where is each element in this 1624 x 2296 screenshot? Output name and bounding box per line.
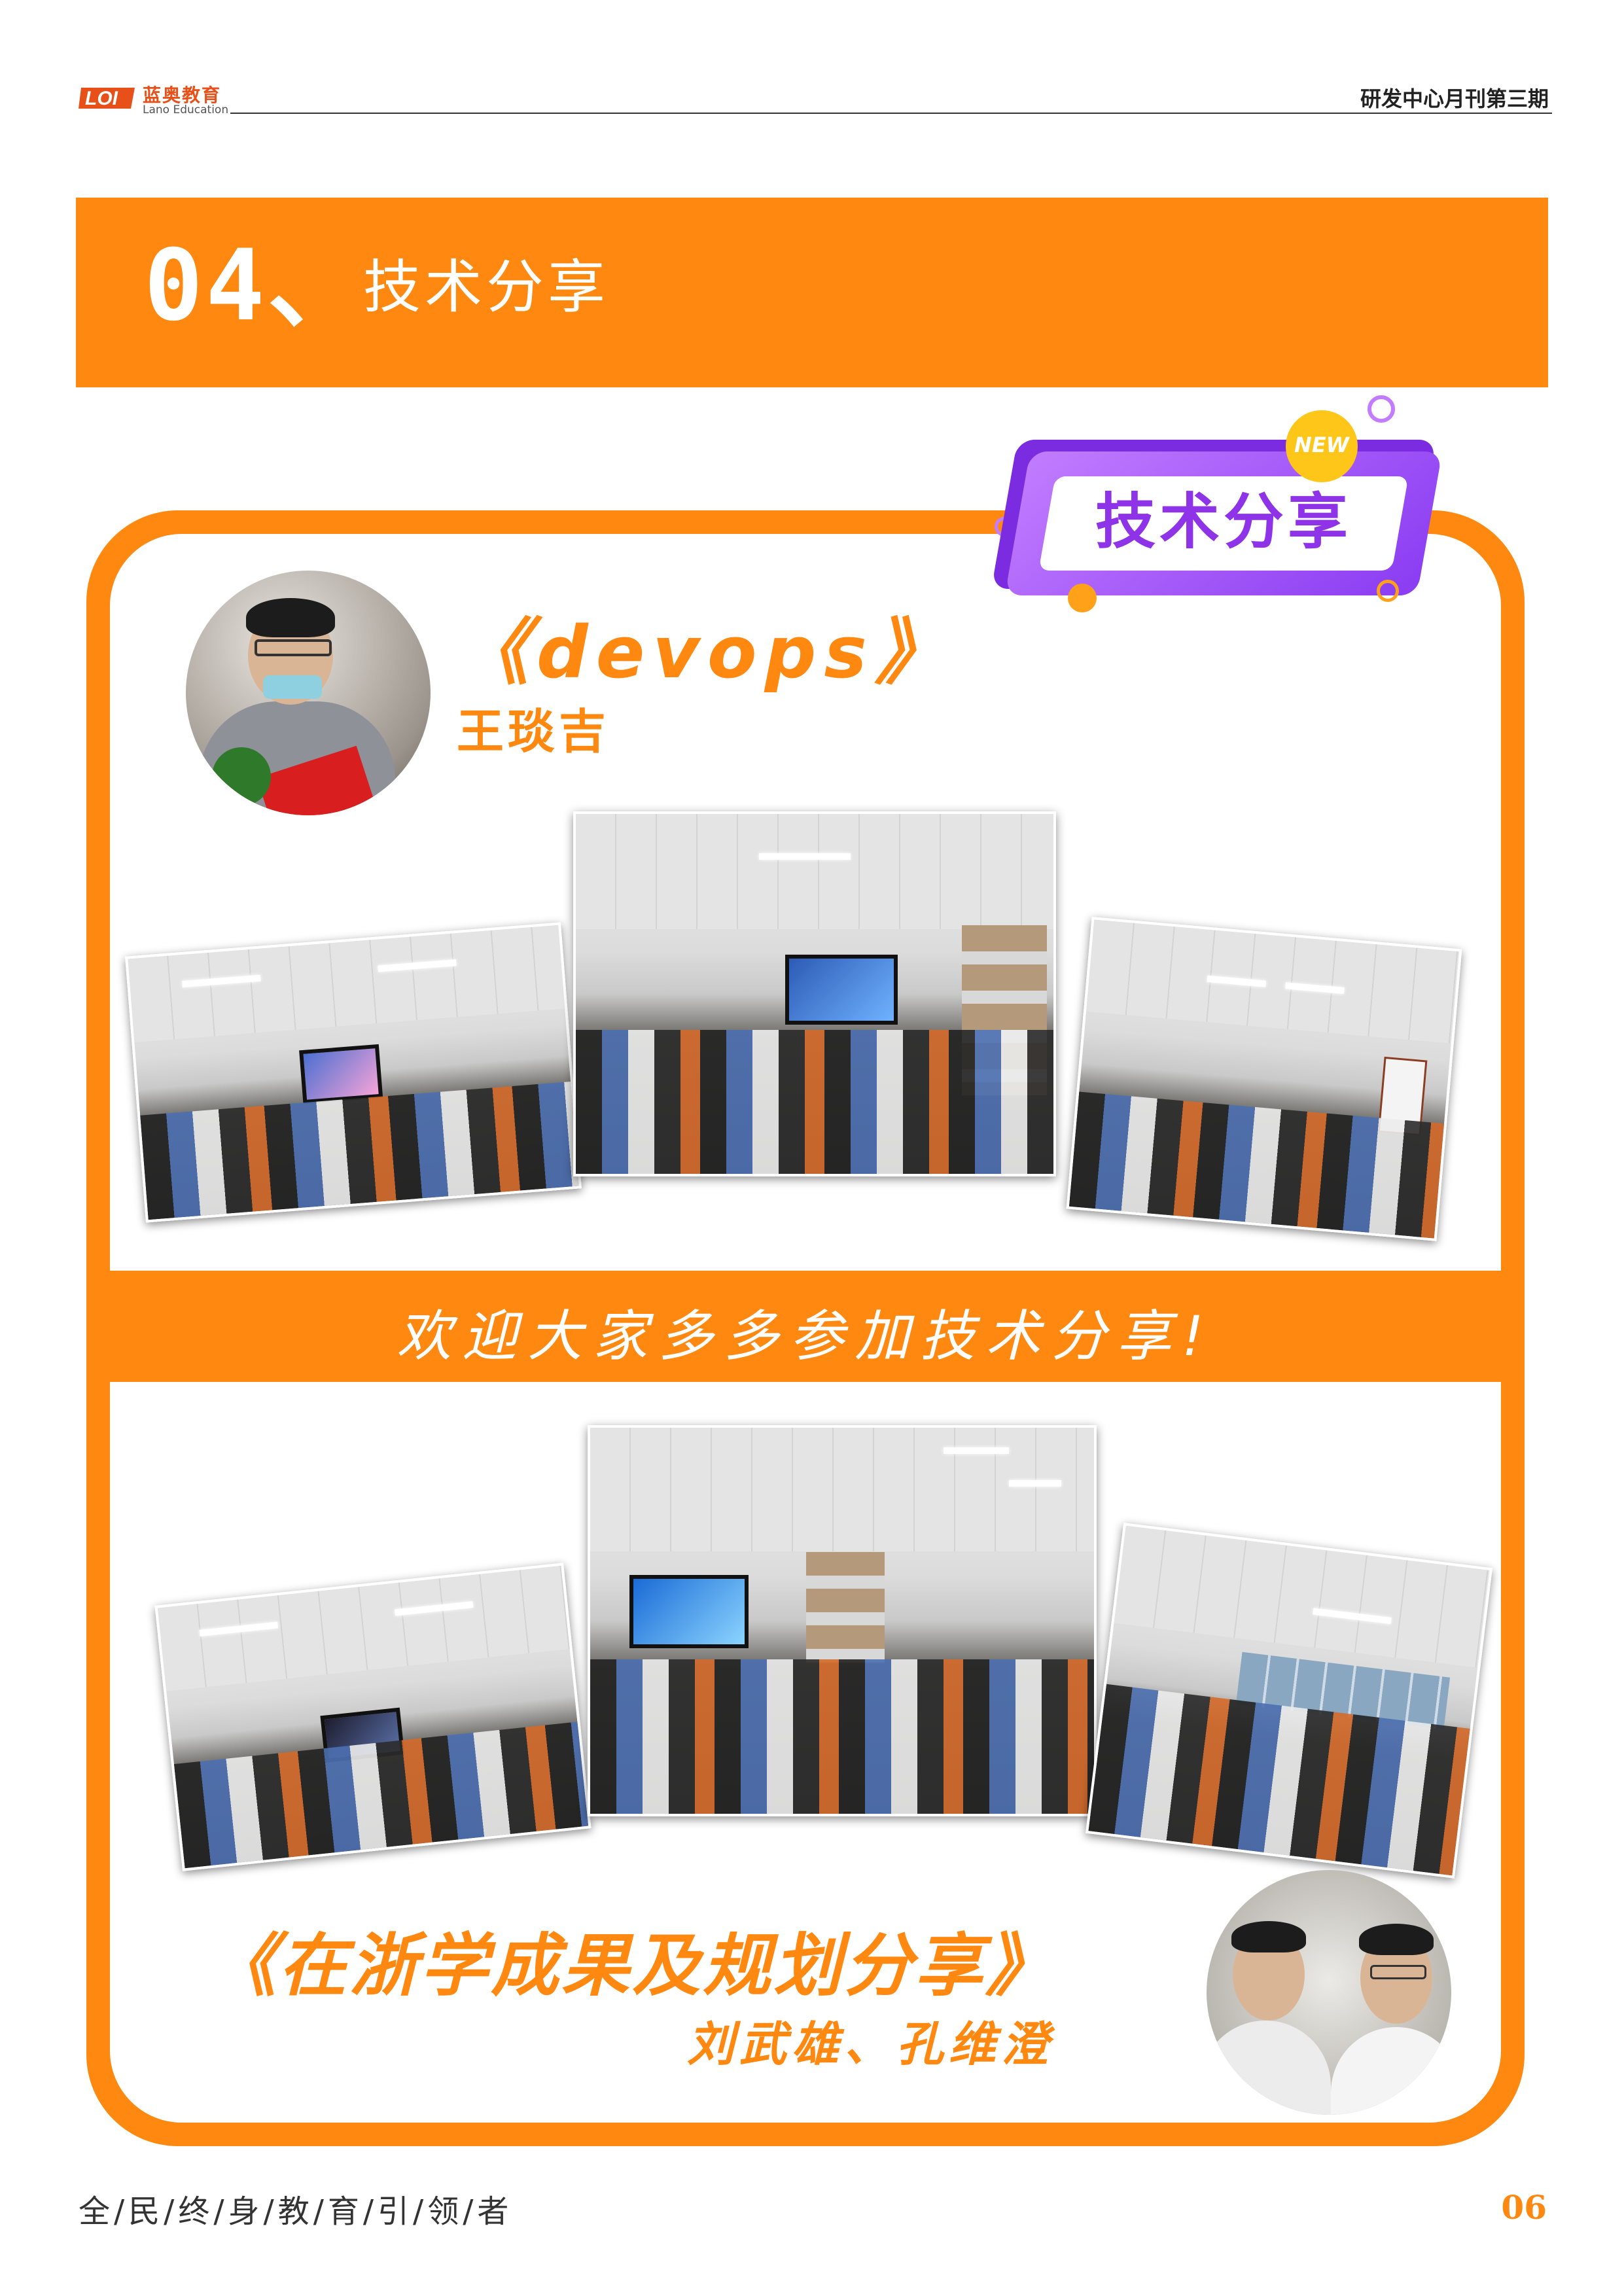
talk1-speaker: 王琰吉 bbox=[457, 704, 610, 759]
new-label: NEW bbox=[1294, 433, 1349, 457]
badge-label: 技术分享 bbox=[1095, 487, 1352, 557]
footer-slogan: 全/民/终/身/教/育/引/领/者 bbox=[79, 2193, 513, 2230]
publication-title: 研发中心月刊第三期 bbox=[1360, 86, 1549, 111]
decor-ring-icon bbox=[1368, 395, 1395, 423]
speakers-avatar bbox=[1207, 1870, 1451, 2115]
event-photo bbox=[154, 1563, 591, 1871]
logo-icon: LOI bbox=[79, 88, 135, 109]
decor-ring-icon bbox=[1377, 580, 1399, 602]
talk1-title: 《devops》 bbox=[457, 610, 955, 694]
event-photo bbox=[1066, 917, 1462, 1241]
event-photo bbox=[588, 1425, 1097, 1816]
event-photo bbox=[1085, 1523, 1493, 1879]
event-photo bbox=[125, 922, 582, 1223]
talk2-speakers: 刘武雄、孔维澄 bbox=[687, 2017, 1054, 2072]
event-photo bbox=[573, 811, 1056, 1176]
svg-text:LOI: LOI bbox=[85, 88, 118, 109]
talk2-title: 《在浙学成果及规划分享》 bbox=[208, 1926, 1057, 2005]
section-number: 04、 bbox=[144, 229, 368, 343]
logo-name-en: Lano Education bbox=[143, 103, 229, 116]
section-title: 技术分享 bbox=[363, 253, 610, 321]
welcome-message: 欢迎大家多多参加技术分享! bbox=[397, 1304, 1214, 1368]
page-number: 06 bbox=[1501, 2188, 1547, 2227]
header-divider bbox=[230, 113, 1552, 114]
decor-dot-icon bbox=[1068, 584, 1097, 612]
speaker-avatar bbox=[186, 571, 431, 815]
